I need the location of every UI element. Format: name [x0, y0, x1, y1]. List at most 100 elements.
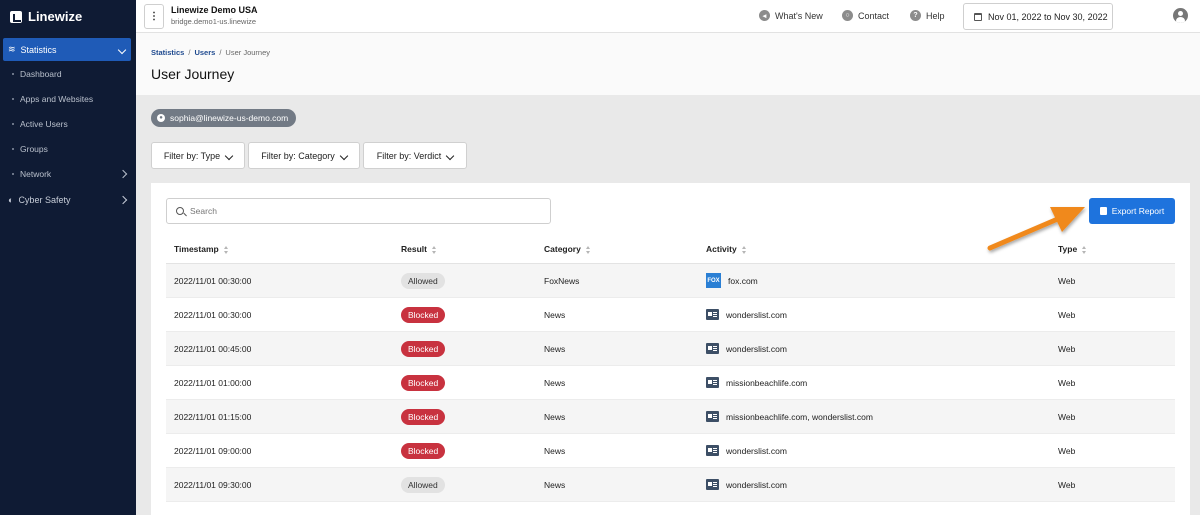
page-title: User Journey — [151, 66, 235, 82]
cell-result: Blocked — [401, 408, 446, 425]
sidebar-item-dashboard[interactable]: Dashboard — [0, 61, 136, 86]
journey-table: Timestamp Result Category Activity Type … — [166, 235, 1175, 502]
filter-type-label: Filter by: Type — [163, 150, 221, 161]
cell-activity: wonderslist.com — [706, 479, 787, 490]
status-badge: Allowed — [401, 272, 445, 289]
cell-category: News — [544, 377, 566, 388]
cell-type: Web — [1058, 343, 1076, 354]
search-input[interactable]: Search — [166, 198, 551, 224]
more-menu-button[interactable]: ⋮ — [144, 4, 164, 29]
cell-category: News — [544, 343, 566, 354]
cell-category: News — [544, 411, 566, 422]
filter-type-dropdown[interactable]: Filter by: Type — [151, 142, 245, 169]
column-header-category[interactable]: Category — [544, 244, 591, 254]
sidebar-item-network[interactable]: Network — [0, 161, 136, 186]
kebab-icon: ⋮ — [149, 11, 159, 22]
user-email: sophia@linewize-us-demo.com — [170, 113, 289, 123]
cell-category: News — [544, 309, 566, 320]
cell-result: Blocked — [401, 340, 446, 357]
table-row[interactable]: 2022/11/01 00:45:00 Blocked News wonderslis… — [166, 332, 1175, 366]
status-badge: Blocked — [401, 374, 446, 391]
shield-icon: ◐ — [8, 194, 14, 205]
column-header-timestamp[interactable]: Timestamp — [174, 244, 229, 254]
sidebar-item-label: Dashboard — [20, 68, 62, 79]
cell-timestamp: 2022/11/01 01:15:00 — [174, 411, 252, 422]
filter-category-label: Filter by: Category — [261, 150, 335, 161]
cell-activity: missionbeachlife.com, wonderslist.com — [706, 411, 873, 422]
chevron-right-icon — [118, 195, 128, 205]
chevron-right-icon — [118, 169, 128, 179]
chevron-down-icon — [446, 151, 455, 161]
cell-timestamp: 2022/11/01 09:00:00 — [174, 445, 252, 456]
status-badge: Blocked — [401, 442, 446, 459]
logo[interactable]: Linewize — [0, 0, 136, 33]
cell-result: Blocked — [401, 374, 446, 391]
sidebar-item-cyber-safety[interactable]: ◐ Cyber Safety — [0, 186, 136, 213]
activity-domain: wonderslist.com — [726, 343, 787, 354]
sidebar-item-groups[interactable]: Groups — [0, 136, 136, 161]
sidebar-item-statistics[interactable]: ≋ Statistics — [3, 38, 131, 61]
date-range-label: Nov 01, 2022 to Nov 30, 2022 — [988, 11, 1108, 22]
linewize-logo-icon — [10, 10, 22, 23]
column-header-type[interactable]: Type — [1058, 244, 1087, 254]
sort-icon — [223, 245, 229, 254]
activity-domain: wonderslist.com — [726, 479, 787, 490]
contact-link[interactable]: ○ Contact — [842, 10, 889, 21]
breadcrumb-statistics[interactable]: Statistics — [151, 48, 184, 57]
sidebar-item-label: Groups — [20, 143, 48, 154]
cell-timestamp: 2022/11/01 00:30:00 — [174, 309, 252, 320]
table-row[interactable]: 2022/11/01 01:15:00 Blocked News missionbea… — [166, 400, 1175, 434]
avatar[interactable] — [1173, 8, 1188, 23]
sidebar-item-active-users[interactable]: Active Users — [0, 111, 136, 136]
page-header: Statistics / Users / User Journey User J… — [136, 33, 1200, 95]
status-badge: Blocked — [401, 340, 446, 357]
news-icon — [706, 377, 719, 388]
column-header-result[interactable]: Result — [401, 244, 437, 254]
sidebar-item-apps-and-websites[interactable]: Apps and Websites — [0, 86, 136, 111]
sort-icon — [741, 245, 747, 254]
cell-activity: missionbeachlife.com — [706, 377, 807, 388]
contact-label: Contact — [858, 10, 890, 21]
news-icon — [706, 309, 719, 320]
table-row[interactable]: 2022/11/01 01:00:00 Blocked News missionbea… — [166, 366, 1175, 400]
table-row[interactable]: 2022/11/01 09:00:00 Blocked News wonderslis… — [166, 434, 1175, 468]
sidebar-item-label: Network — [20, 168, 52, 179]
filter-category-dropdown[interactable]: Filter by: Category — [248, 142, 360, 169]
org-switcher[interactable]: Linewize Demo USA bridge.demo1-us.linewi… — [171, 5, 258, 26]
cell-result: Blocked — [401, 442, 446, 459]
whats-new-link[interactable]: ◂ What's New — [759, 10, 823, 21]
user-icon: ● — [157, 114, 165, 122]
table-header: Timestamp Result Category Activity Type — [166, 235, 1175, 264]
cell-result: Blocked — [401, 306, 446, 323]
activity-domain: wonderslist.com — [726, 445, 787, 456]
whats-new-label: What's New — [775, 10, 823, 21]
column-header-activity[interactable]: Activity — [706, 244, 747, 254]
cell-timestamp: 2022/11/01 00:45:00 — [174, 343, 252, 354]
help-link[interactable]: ? Help — [910, 10, 945, 21]
news-icon — [706, 343, 719, 354]
table-body: 2022/11/01 00:30:00 Allowed FoxNews FOX fox.… — [166, 264, 1175, 502]
cell-timestamp: 2022/11/01 09:30:00 — [174, 479, 252, 490]
chevron-down-icon — [224, 151, 234, 161]
cell-type: Web — [1058, 309, 1076, 320]
date-range-picker[interactable]: Nov 01, 2022 to Nov 30, 2022 — [963, 3, 1113, 30]
table-row[interactable]: 2022/11/01 00:30:00 Blocked News wonderslis… — [166, 298, 1175, 332]
table-row[interactable]: 2022/11/01 00:30:00 Allowed FoxNews FOX fox.… — [166, 264, 1175, 298]
cell-type: Web — [1058, 479, 1076, 490]
news-icon — [706, 445, 719, 456]
contact-icon: ○ — [842, 10, 853, 21]
cell-type: Web — [1058, 275, 1076, 286]
user-chip[interactable]: ● sophia@linewize-us-demo.com — [151, 109, 297, 127]
activity-domain: fox.com — [728, 275, 758, 286]
filter-verdict-dropdown[interactable]: Filter by: Verdict — [363, 142, 467, 169]
breadcrumb-users[interactable]: Users — [194, 48, 215, 57]
calendar-icon — [974, 12, 982, 21]
export-report-label: Export Report — [1111, 206, 1165, 216]
document-icon — [1099, 207, 1107, 215]
sidebar-item-label: Apps and Websites — [20, 93, 94, 104]
export-report-button[interactable]: Export Report — [1089, 198, 1175, 224]
filter-verdict-label: Filter by: Verdict — [376, 150, 442, 161]
sidebar-item-label: Cyber Safety — [18, 194, 71, 205]
cell-activity: wonderslist.com — [706, 445, 787, 456]
table-row[interactable]: 2022/11/01 09:30:00 Allowed News wonderslis… — [166, 468, 1175, 502]
